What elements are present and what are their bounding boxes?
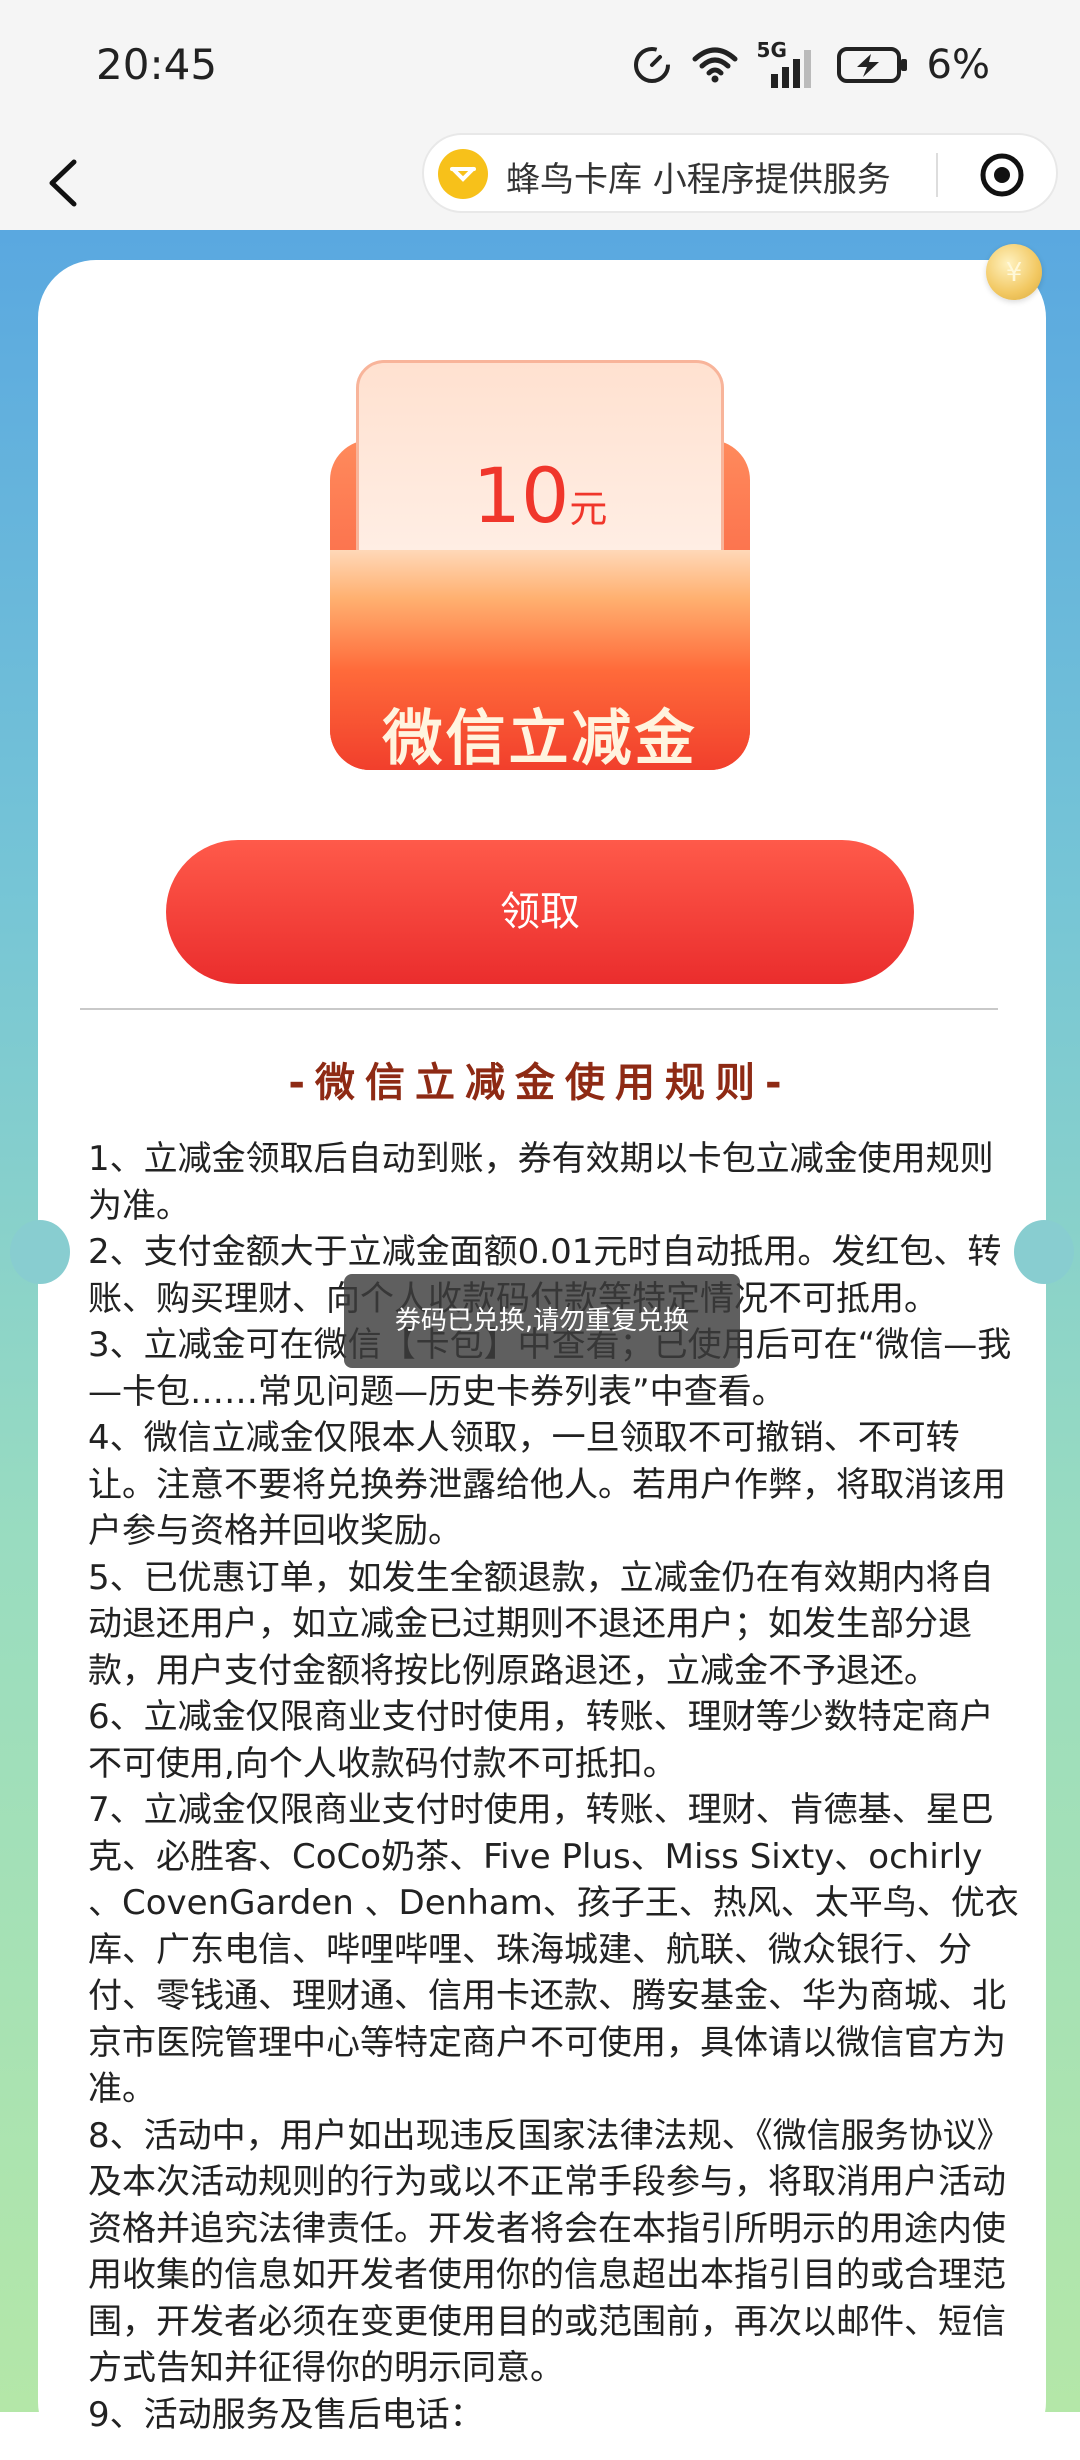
voucher-amount-number: 10 — [472, 451, 570, 540]
section-divider — [80, 1008, 998, 1010]
speed-icon — [633, 47, 670, 83]
voucher-amount: 10元 — [359, 451, 721, 540]
voucher-amount-unit: 元 — [569, 487, 608, 531]
cellular-icon: 5G — [757, 38, 819, 88]
mini-program-logo — [438, 149, 488, 199]
rule-item: 4、微信立减金仅限本人领取，一旦领取不可撤销、不可转让。注意不要将兑换券泄露给他… — [88, 1418, 1006, 1551]
rule-item: 1、立减金领取后自动到账，券有效期以卡包立减金使用规则为准。 — [88, 1139, 994, 1226]
mini-program-name: 蜂鸟卡库 小程序提供服务 — [506, 160, 891, 200]
rule-item: 5、已优惠订单，如发生全额退款，立减金仍在有效期内将自动退还用户，如立减金已过期… — [88, 1557, 994, 1691]
capsule-divider — [936, 153, 938, 197]
rules-title: -微信立减金使用规则- — [288, 1060, 792, 1106]
rule-item: 9、活动服务及售后电话： — [88, 2394, 484, 2435]
mini-program-capsule[interactable]: 蜂鸟卡库 小程序提供服务 — [422, 133, 1058, 213]
voucher-title: 微信立减金 — [382, 704, 698, 774]
claim-button[interactable]: 领取 — [166, 840, 914, 984]
coin-icon: ¥ — [986, 244, 1042, 300]
svg-text:¥: ¥ — [1006, 258, 1023, 288]
back-icon[interactable] — [28, 148, 98, 218]
wifi-icon — [692, 47, 738, 83]
rule-item: 8、活动中，用户如出现违反国家法律法规、《微信服务协议》及本次活动规则的行为或以… — [88, 2115, 1011, 2389]
status-time: 20:45 — [96, 40, 218, 89]
red-envelope-illustration: 10元 微信立减金 — [330, 360, 750, 780]
status-bar: 20:45 5G 6% — [0, 0, 1080, 130]
close-miniprogram-icon[interactable] — [976, 149, 1028, 201]
status-icons: 5G 6% — [631, 38, 990, 90]
toast-message: 券码已兑换,请勿重复兑换 — [344, 1274, 740, 1368]
battery-charging-icon — [836, 47, 907, 83]
rule-item: 6、立减金仅限商业支付时使用，转账、理财等少数特定商户不可使用,向个人收款码付款… — [88, 1697, 994, 1784]
rule-item: 7、立减金仅限商业支付时使用，转账、理财、肯德基、星巴克、必胜客、CoCo奶茶、… — [88, 1790, 1019, 2109]
envelope-front: 微信立减金 — [330, 550, 750, 774]
card-notch-left — [10, 1220, 70, 1284]
battery-level: 6% — [926, 42, 990, 88]
